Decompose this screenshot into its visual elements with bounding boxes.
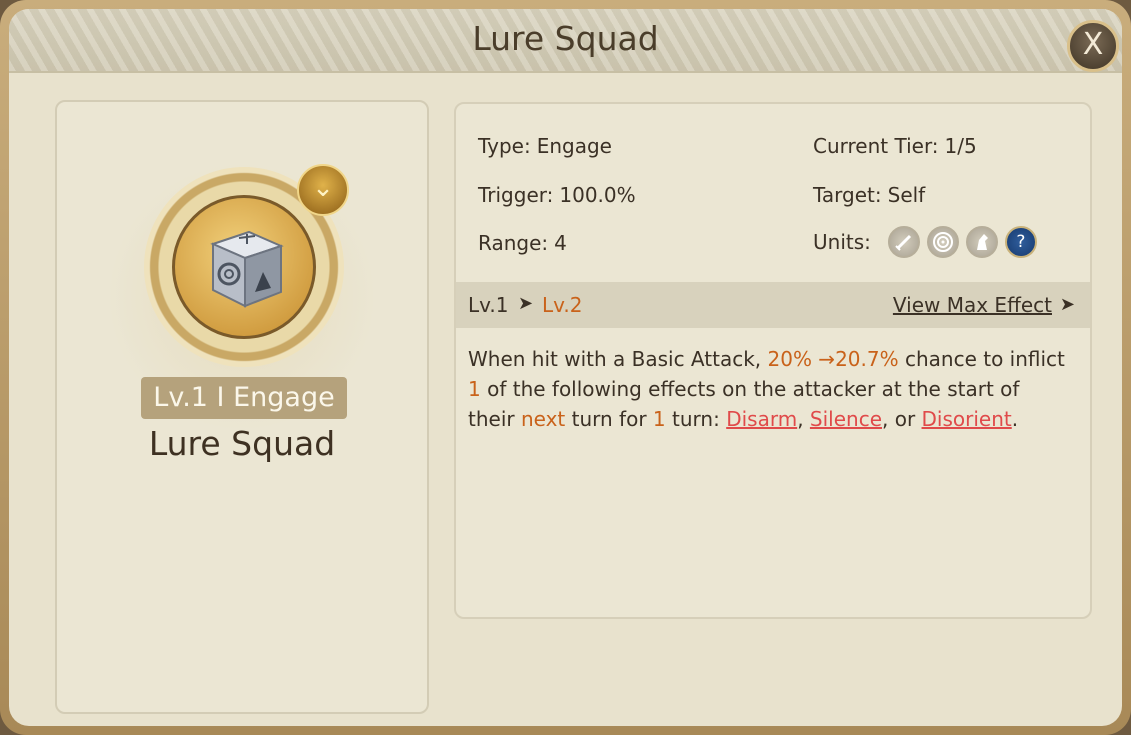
desc-text: When hit with a Basic Attack, bbox=[468, 347, 768, 371]
skill-name: Lure Squad bbox=[148, 424, 336, 463]
skill-description: When hit with a Basic Attack, 20% →20.7%… bbox=[468, 344, 1068, 434]
desc-text: , or bbox=[882, 407, 922, 431]
desc-text: turn for bbox=[565, 407, 653, 431]
stat-trigger-value: 100.0% bbox=[559, 183, 636, 207]
stat-units-label: Units: bbox=[813, 230, 871, 254]
stat-units: Units: ? bbox=[813, 225, 1037, 259]
dialog-header: Lure Squad bbox=[9, 9, 1122, 73]
stat-type-label: Type: bbox=[478, 134, 531, 158]
level-to: Lv.2 bbox=[542, 293, 583, 317]
dice-icon bbox=[210, 230, 284, 308]
level-from: Lv.1 bbox=[468, 293, 509, 317]
desc-text: turn: bbox=[665, 407, 727, 431]
stat-target-value: Self bbox=[887, 183, 926, 207]
stat-type: Type: Engage bbox=[478, 134, 612, 158]
effect-link-silence[interactable]: Silence bbox=[810, 407, 882, 431]
desc-count: 1 bbox=[468, 377, 481, 401]
stat-range: Range: 4 bbox=[478, 231, 567, 255]
desc-turns: 1 bbox=[652, 407, 666, 431]
skill-level-type: Lv.1 I Engage bbox=[141, 377, 347, 419]
desc-next: next bbox=[520, 407, 566, 431]
dialog-title: Lure Squad bbox=[472, 19, 659, 58]
skill-card: ⌄ Lv.1 I Engage Lure Squad bbox=[55, 100, 429, 714]
desc-text: chance to inflict bbox=[898, 347, 1065, 371]
upgrade-chevron-icon[interactable]: ⌄ bbox=[297, 164, 349, 216]
sword-icon[interactable] bbox=[887, 226, 920, 258]
level-arrow-icon: ➤ bbox=[518, 293, 534, 314]
stat-target: Target: Self bbox=[813, 183, 925, 207]
view-max-arrow-icon[interactable]: ➤ bbox=[1060, 294, 1075, 315]
view-max-effect-link[interactable]: View Max Effect bbox=[893, 293, 1052, 317]
desc-text: . bbox=[1011, 407, 1019, 431]
horse-icon[interactable] bbox=[965, 226, 998, 258]
stat-tier-label: Current Tier: bbox=[813, 134, 939, 158]
bow-target-icon[interactable] bbox=[926, 226, 959, 258]
level-bar: Lv.1 ➤ Lv.2 View Max Effect ➤ bbox=[456, 282, 1090, 328]
dialog-panel: Lure Squad ⌄ Lv.1 I Engage Lure Squad Ty… bbox=[9, 9, 1122, 726]
desc-text: , bbox=[797, 407, 810, 431]
stat-type-value: Engage bbox=[536, 134, 612, 158]
effect-link-disorient[interactable]: Disorient bbox=[922, 407, 1012, 431]
stat-range-value: 4 bbox=[554, 231, 567, 255]
skill-info-card: Type: Engage Current Tier: 1/5 Trigger: 100… bbox=[454, 102, 1092, 619]
stat-tier: Current Tier: 1/5 bbox=[813, 134, 977, 158]
stat-range-label: Range: bbox=[478, 231, 549, 255]
desc-chance: 20% →20.7% bbox=[767, 347, 899, 371]
close-button[interactable]: X bbox=[1067, 20, 1119, 72]
stat-trigger: Trigger: 100.0% bbox=[478, 183, 636, 207]
effect-link-disarm[interactable]: Disarm bbox=[726, 407, 797, 431]
stat-tier-value: 1/5 bbox=[944, 134, 977, 158]
question-icon[interactable]: ? bbox=[1004, 226, 1037, 258]
stat-trigger-label: Trigger: bbox=[478, 183, 554, 207]
stat-target-label: Target: bbox=[813, 183, 882, 207]
